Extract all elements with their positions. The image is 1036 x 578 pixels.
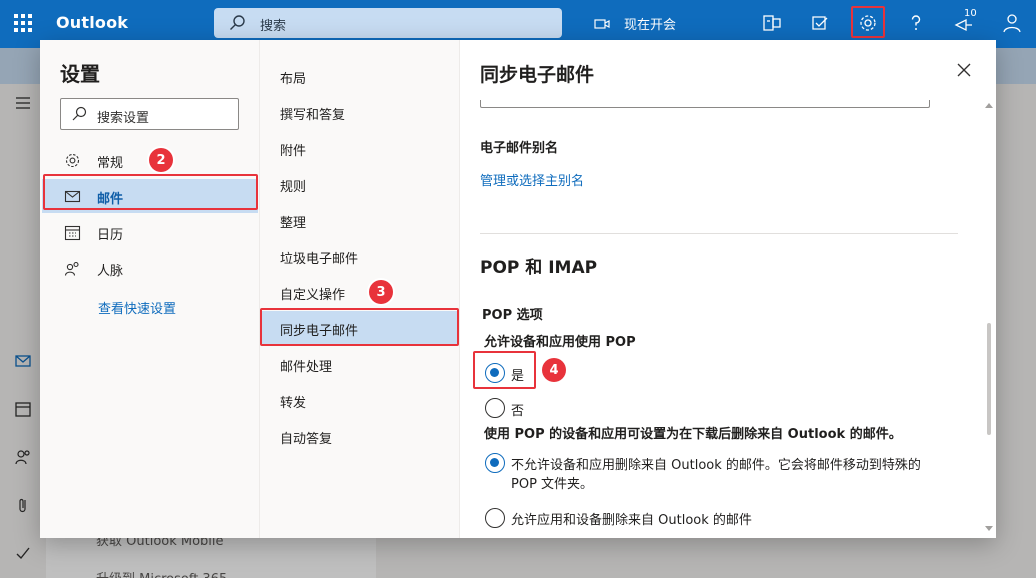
allow-delete-radio[interactable] <box>485 508 505 528</box>
category-calendar[interactable]: 日历 <box>42 215 258 249</box>
account-avatar-icon[interactable] <box>1001 12 1023 34</box>
no-delete-label-line1[interactable]: 不允许设备和应用删除来自 Outlook 的邮件。它会将邮件移动到特殊的 <box>511 454 921 473</box>
truncated-input[interactable] <box>480 100 930 108</box>
meet-now-label: 现在开会 <box>624 18 677 33</box>
pane-title: 同步电子邮件 <box>480 64 595 86</box>
section-label: 布局 <box>280 72 307 87</box>
pane-scroll-area[interactable]: 电子邮件别名 管理或选择主别名 POP 和 IMAP POP 选项 允许设备和应… <box>460 100 996 538</box>
notification-count: 10 <box>964 8 977 19</box>
allow-delete-label[interactable]: 允许应用和设备删除来自 Outlook 的邮件 <box>511 509 752 528</box>
category-label: 日历 <box>97 228 124 243</box>
view-quick-settings-link[interactable]: 查看快速设置 <box>98 298 176 317</box>
search-box[interactable]: 搜索 <box>214 8 562 38</box>
tasks-icon[interactable] <box>809 12 831 34</box>
step-badge-2: 2 <box>149 148 173 172</box>
section-junk-email[interactable]: 垃圾电子邮件 <box>262 239 458 273</box>
allow-pop-no-radio[interactable] <box>485 398 505 418</box>
search-icon <box>230 15 245 30</box>
video-camera-icon <box>594 18 610 29</box>
scroll-down-icon[interactable] <box>985 526 993 532</box>
section-layout[interactable]: 布局 <box>262 59 458 93</box>
yes-option-highlight <box>473 351 536 389</box>
pop-options-heading: POP 选项 <box>482 308 543 323</box>
app-launcher-icon[interactable] <box>12 12 34 34</box>
pane-scrollbar[interactable] <box>984 100 994 538</box>
search-icon <box>72 106 87 121</box>
sync-email-highlight <box>260 308 459 346</box>
settings-categories: 设置 搜索设置 常规 2 邮件 日历 人脉 查看快速设置 <box>40 40 260 538</box>
mail-sections: 布局 撰写和答复 附件 规则 整理 垃圾电子邮件 自定义操作 3 同步电子邮件 … <box>260 40 460 538</box>
gear-icon <box>65 153 80 168</box>
no-delete-label-line2[interactable]: POP 文件夹。 <box>511 473 593 492</box>
section-automatic-replies[interactable]: 自动答复 <box>262 419 458 453</box>
section-message-handling[interactable]: 邮件处理 <box>262 347 458 381</box>
section-sweep[interactable]: 整理 <box>262 203 458 237</box>
settings-title: 设置 <box>60 62 100 86</box>
section-label: 自动答复 <box>280 432 333 447</box>
section-label: 垃圾电子邮件 <box>280 252 359 267</box>
section-custom-actions[interactable]: 自定义操作 <box>262 275 458 309</box>
search-placeholder: 搜索 <box>260 19 287 34</box>
settings-search-placeholder: 搜索设置 <box>97 111 150 126</box>
scroll-thumb[interactable] <box>987 323 991 435</box>
pop-imap-heading: POP 和 IMAP <box>480 258 598 278</box>
section-label: 转发 <box>280 396 307 411</box>
section-label: 邮件处理 <box>280 360 333 375</box>
section-label: 撰写和答复 <box>280 108 346 123</box>
scroll-up-icon[interactable] <box>985 102 993 108</box>
app-name[interactable]: Outlook <box>56 13 128 32</box>
people-icon <box>64 261 79 276</box>
section-forwarding[interactable]: 转发 <box>262 383 458 417</box>
section-label: 自定义操作 <box>280 288 346 303</box>
section-divider <box>480 233 958 234</box>
office-icon[interactable] <box>761 12 783 34</box>
mail-category-highlight <box>43 174 258 210</box>
settings-dialog: 设置 搜索设置 常规 2 邮件 日历 人脉 查看快速设置 布局 撰写和答复 附件… <box>40 40 996 538</box>
sync-email-pane: 同步电子邮件 电子邮件别名 管理或选择主别名 POP 和 IMAP POP 选项… <box>460 40 996 538</box>
step-badge-4: 4 <box>542 358 566 382</box>
section-compose-reply[interactable]: 撰写和答复 <box>262 95 458 129</box>
settings-search-input[interactable]: 搜索设置 <box>60 98 239 130</box>
manage-alias-link[interactable]: 管理或选择主别名 <box>480 170 584 189</box>
section-label: 附件 <box>280 144 307 159</box>
help-icon[interactable] <box>905 12 927 34</box>
section-rules[interactable]: 规则 <box>262 167 458 201</box>
close-icon[interactable] <box>956 62 972 78</box>
no-delete-radio[interactable] <box>485 453 505 473</box>
category-people[interactable]: 人脉 <box>42 251 258 285</box>
allow-pop-question: 允许设备和应用使用 POP <box>484 335 636 350</box>
category-label: 人脉 <box>97 264 124 279</box>
section-attachments[interactable]: 附件 <box>262 131 458 165</box>
meet-now-button[interactable]: 现在开会 <box>594 14 676 33</box>
section-label: 规则 <box>280 180 307 195</box>
section-label: 整理 <box>280 216 307 231</box>
allow-pop-no-label[interactable]: 否 <box>511 400 524 419</box>
category-label: 常规 <box>97 156 124 171</box>
delete-question: 使用 POP 的设备和应用可设置为在下载后删除来自 Outlook 的邮件。 <box>484 427 902 442</box>
step-badge-3: 3 <box>369 280 393 304</box>
settings-highlight <box>851 6 885 38</box>
calendar-icon <box>64 225 81 241</box>
alias-heading: 电子邮件别名 <box>480 141 559 156</box>
